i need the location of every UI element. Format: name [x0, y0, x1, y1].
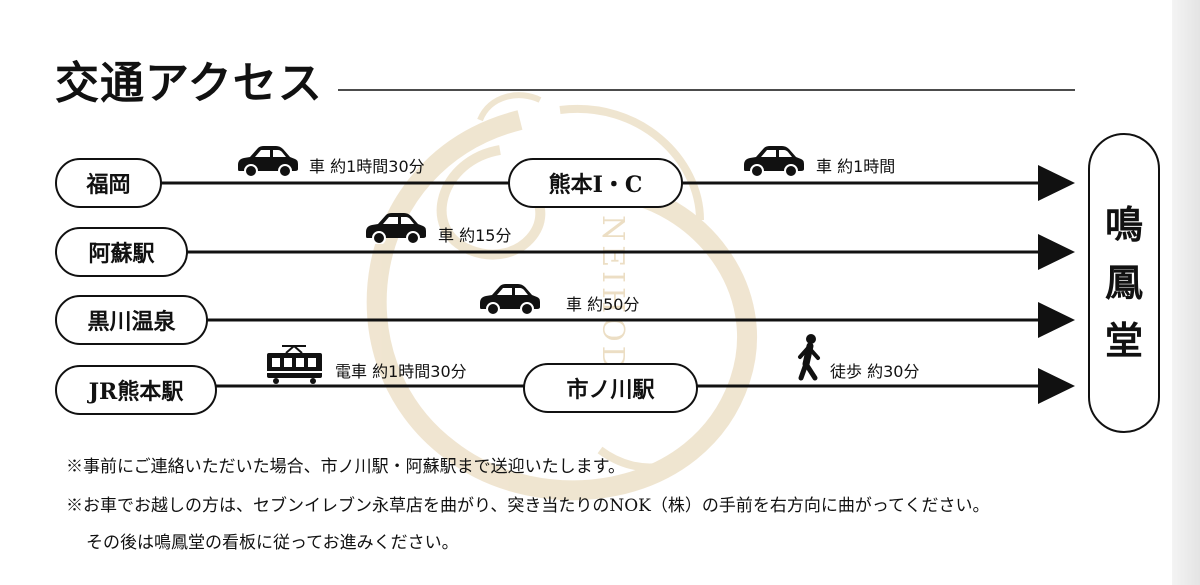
watermark-emblem: [366, 92, 758, 501]
arrowhead-row1: [1038, 165, 1075, 201]
train-icon: [267, 345, 322, 384]
car-icon: [743, 145, 805, 177]
arrowhead-row4: [1038, 368, 1075, 404]
car-icon: [237, 145, 299, 177]
destination-char-3: 堂: [1104, 318, 1143, 363]
page-title: 交通アクセス: [55, 58, 323, 109]
route-label-kurokawa-car: 車 約50分: [566, 295, 640, 314]
arrowhead-row3: [1038, 302, 1075, 338]
destination-meihodo: 鳴 鳳 堂: [1088, 133, 1160, 433]
route-label-fukuoka-car: 車 約1時間30分: [309, 157, 425, 176]
station-fukuoka: 福岡: [55, 158, 162, 208]
station-jr-kumamoto: JR熊本駅: [55, 365, 217, 415]
route-label-ic-car: 車 約1時間: [816, 157, 896, 176]
note-driving-directions: ※お車でお越しの方は、セブンイレブン永草店を曲がり、突き当たりのNOK（株）の手…: [66, 496, 990, 516]
destination-char-2: 鳳: [1104, 260, 1143, 305]
destination-char-1: 鳴: [1104, 202, 1143, 247]
route-label-aso-car: 車 約15分: [438, 226, 512, 245]
car-icon: [479, 283, 541, 315]
note-follow-signs: その後は鳴鳳堂の看板に従ってお進みください。: [86, 533, 459, 553]
route-label-walk: 徒歩 約30分: [830, 362, 920, 381]
station-aso: 阿蘇駅: [55, 227, 188, 277]
station-kurokawa: 黒川温泉: [55, 295, 208, 345]
walking-person-icon: [798, 334, 820, 381]
note-pickup: ※事前にご連絡いただいた場合、市ノ川駅・阿蘇駅まで送迎いたします。: [66, 457, 625, 477]
station-kumamoto-ic: 熊本I・C: [508, 158, 683, 208]
station-ichinokawa: 市ノ川駅: [523, 363, 698, 413]
arrowhead-row2: [1038, 234, 1075, 270]
route-label-train: 電車 約1時間30分: [335, 362, 467, 381]
